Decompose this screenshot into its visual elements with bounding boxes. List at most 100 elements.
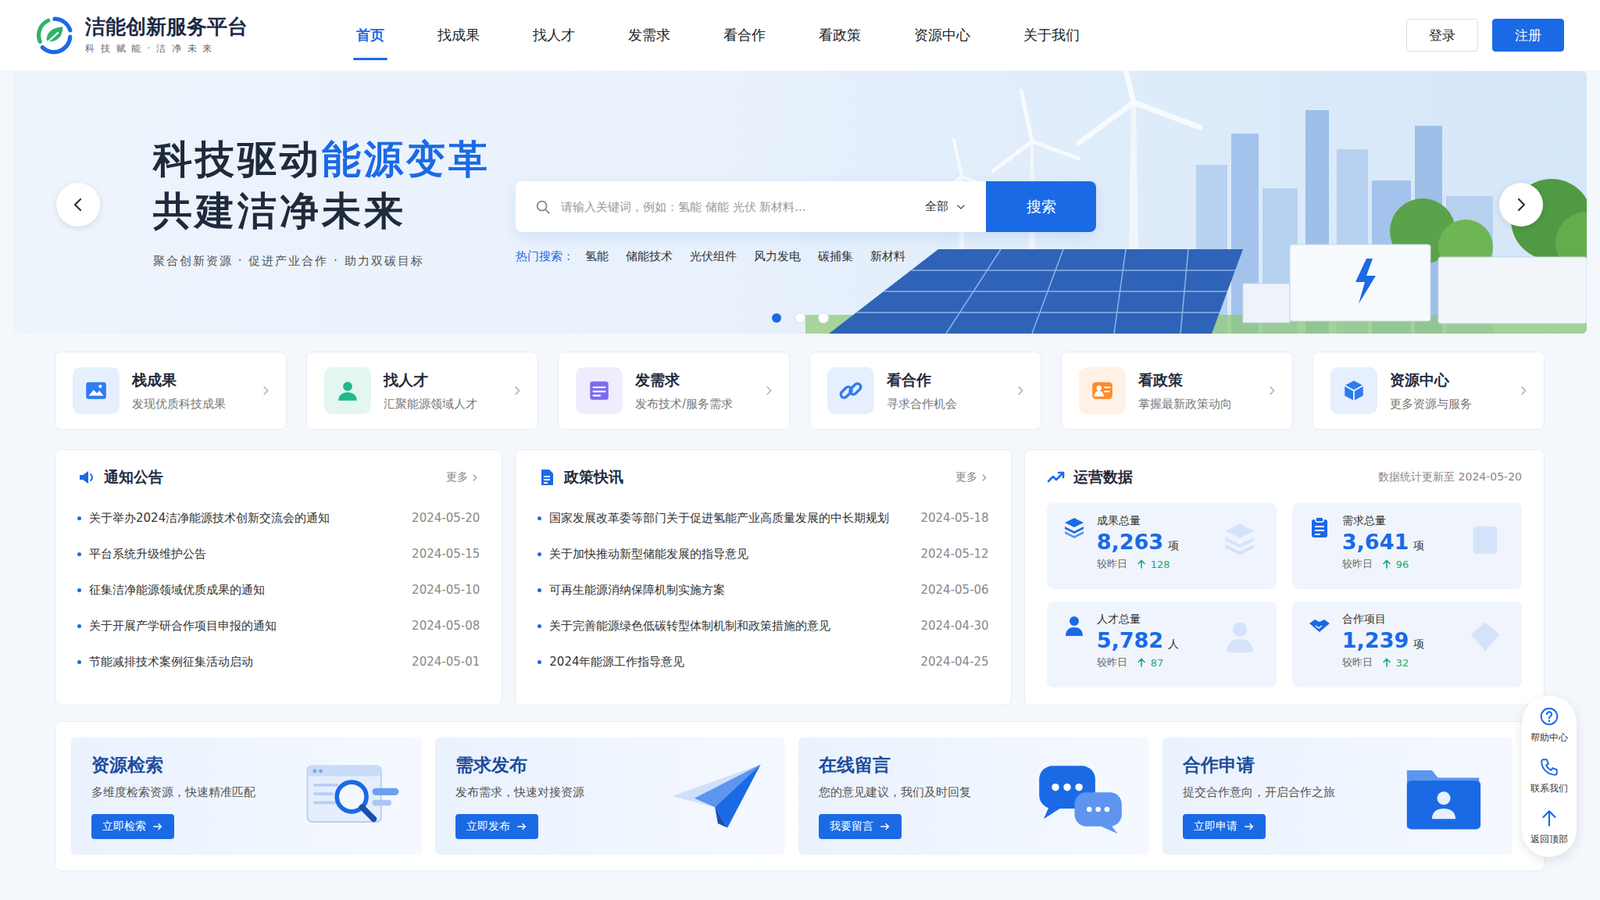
- slide-dot[interactable]: [818, 313, 829, 323]
- action-text: 在线留言您的意见建议，我们及时回复我要留言: [818, 753, 972, 840]
- stat-card: 需求总量3,641项较昨日96: [1292, 503, 1522, 590]
- arrow-up-icon: [1136, 559, 1147, 569]
- megaphone-icon: [77, 467, 97, 487]
- hot-search-item[interactable]: 新材料: [870, 249, 906, 265]
- quick-link-card[interactable]: 看合作寻求合作机会: [809, 351, 1042, 430]
- nav-item[interactable]: 关于我们: [1007, 0, 1096, 71]
- slide-dot[interactable]: [795, 313, 805, 323]
- stat-icon: [1307, 515, 1332, 540]
- action-card: 在线留言您的意见建议，我们及时回复我要留言: [798, 737, 1150, 855]
- stat-unit: 项: [1413, 637, 1425, 652]
- policy-item[interactable]: 2024年能源工作指导意见2024-04-25: [537, 643, 989, 680]
- floating-toolbar: 帮助中心联系我们返回顶部: [1521, 695, 1577, 858]
- float-item[interactable]: 帮助中心: [1530, 706, 1568, 745]
- policy-item[interactable]: 关于加快推动新型储能发展的指导意见2024-05-12: [537, 535, 989, 572]
- notice-title: 关于开展产学研合作项目申报的通知: [89, 618, 403, 634]
- quick-link-title: 资源中心: [1389, 370, 1472, 391]
- document-icon: [537, 467, 557, 487]
- login-button[interactable]: 登录: [1406, 18, 1479, 52]
- action-button-label: 立即发布: [466, 819, 511, 834]
- header: 洁能创新服务平台科 技 赋 能 · 洁 净 未 来首页找成果找人才发需求看合作看…: [0, 0, 1600, 71]
- quick-link-card[interactable]: 栈成果发现优质科技成果: [54, 351, 287, 430]
- notice-item[interactable]: 平台系统升级维护公告2024-05-15: [77, 535, 480, 572]
- hot-search-item[interactable]: 碳捕集: [817, 249, 854, 265]
- action-desc: 多维度检索资源，快速精准匹配: [91, 785, 256, 800]
- nav: 首页找成果找人才发需求看合作看政策资源中心关于我们: [340, 0, 1096, 71]
- action-button[interactable]: 立即检索: [91, 814, 175, 840]
- notice-list: 关于举办2024洁净能源技术创新交流会的通知2024-05-20平台系统升级维护…: [77, 500, 480, 680]
- stat-value: 5,782: [1096, 626, 1164, 654]
- notice-title: 关于举办2024洁净能源技术创新交流会的通知: [89, 510, 403, 526]
- policy-title: 2024年能源工作指导意见: [549, 654, 911, 670]
- quick-link-card[interactable]: 看政策掌握最新政策动向: [1060, 351, 1293, 430]
- search-button[interactable]: 搜索: [985, 181, 1097, 233]
- nav-item[interactable]: 发需求: [612, 0, 686, 71]
- more-link[interactable]: 更多: [446, 470, 480, 485]
- stat-unit: 人: [1167, 637, 1179, 652]
- quick-link-desc: 掌握最新政策动向: [1138, 396, 1233, 412]
- policy-item[interactable]: 可再生能源消纳保障机制实施方案2024-05-06: [537, 571, 989, 608]
- logo[interactable]: 洁能创新服务平台科 技 赋 能 · 洁 净 未 来: [35, 14, 341, 56]
- action-button[interactable]: 我要留言: [818, 814, 902, 840]
- notice-item[interactable]: 征集洁净能源领域优质成果的通知2024-05-10: [77, 571, 480, 608]
- stat-unit: 项: [1167, 539, 1179, 554]
- hot-search-item[interactable]: 风力发电: [753, 249, 801, 265]
- bullet-icon: [537, 624, 542, 629]
- nav-item[interactable]: 首页: [340, 0, 400, 71]
- nav-item[interactable]: 看合作: [707, 0, 782, 71]
- stat-delta: 32: [1396, 657, 1410, 669]
- stat-delta: 96: [1396, 558, 1410, 571]
- slide-dot[interactable]: [771, 313, 782, 323]
- quick-link-title: 发需求: [635, 370, 733, 391]
- action-illustration-icon: [1392, 755, 1496, 837]
- hot-search-item[interactable]: 储能技术: [625, 249, 673, 265]
- register-button[interactable]: 注册: [1492, 18, 1565, 52]
- more-link[interactable]: 更多: [955, 470, 990, 485]
- notice-item[interactable]: 关于举办2024洁净能源技术创新交流会的通知2024-05-20: [77, 500, 480, 536]
- nav-item[interactable]: 找成果: [421, 0, 496, 71]
- quick-link-desc: 汇聚能源领域人才: [383, 396, 478, 412]
- stat-card: 人才总量5,782人较昨日87: [1046, 601, 1277, 688]
- stat-compare: 较昨日87: [1096, 655, 1179, 670]
- stat-label: 人才总量: [1096, 612, 1179, 627]
- notice-item[interactable]: 关于开展产学研合作项目申报的通知2024-05-08: [77, 607, 480, 644]
- notice-title: 节能减排技术案例征集活动启动: [89, 654, 403, 670]
- stat-watermark-icon: [1221, 618, 1258, 655]
- quick-link-desc: 发布技术/服务需求: [635, 396, 733, 412]
- quick-link-icon: [838, 378, 864, 404]
- action-desc: 发布需求，快速对接资源: [455, 785, 585, 800]
- nav-item[interactable]: 资源中心: [898, 0, 986, 71]
- stat-card: 成果总量8,263项较昨日128: [1046, 503, 1277, 590]
- logo-icon: [35, 15, 75, 55]
- chevron-right-icon: [510, 384, 524, 397]
- bullet-icon: [77, 588, 82, 593]
- quick-icon-box: [827, 367, 875, 415]
- quick-link-card[interactable]: 发需求发布技术/服务需求: [557, 351, 790, 430]
- nav-item[interactable]: 看政策: [803, 0, 877, 71]
- policy-item[interactable]: 关于完善能源绿色低碳转型体制机制和政策措施的意见2024-04-30: [537, 607, 989, 644]
- quick-link-icon: [335, 378, 361, 404]
- hero-title-line2: 共建洁净未来: [153, 185, 516, 237]
- prev-slide-button[interactable]: [56, 182, 100, 227]
- search-scope-dropdown[interactable]: 全部: [912, 199, 986, 215]
- policy-item[interactable]: 国家发展改革委等部门关于促进氢能产业高质量发展的中长期规划2024-05-18: [537, 500, 989, 536]
- float-item[interactable]: 返回顶部: [1530, 807, 1568, 847]
- nav-item[interactable]: 找人才: [517, 0, 591, 71]
- stat-delta: 128: [1150, 558, 1171, 571]
- next-slide-button[interactable]: [1499, 182, 1543, 227]
- auth-buttons: 登录注册: [1406, 18, 1565, 52]
- search-input[interactable]: [559, 199, 913, 215]
- quick-link-icon: [1341, 378, 1367, 404]
- float-item[interactable]: 联系我们: [1530, 757, 1568, 796]
- hot-search-item[interactable]: 氢能: [585, 249, 609, 265]
- quick-link-card[interactable]: 资源中心更多资源与服务: [1312, 351, 1545, 430]
- quick-link-card[interactable]: 找人才汇聚能源领域人才: [306, 351, 539, 430]
- stat-compare-label: 较昨日: [1096, 655, 1128, 670]
- action-button[interactable]: 立即发布: [455, 814, 539, 840]
- hot-search-item[interactable]: 光伏组件: [689, 249, 737, 265]
- stat-compare: 较昨日128: [1096, 557, 1179, 572]
- action-button[interactable]: 立即申请: [1182, 814, 1266, 840]
- notice-item[interactable]: 节能减排技术案例征集活动启动2024-05-01: [77, 643, 480, 680]
- stat-compare: 较昨日32: [1342, 655, 1425, 670]
- panel-title: 运营数据: [1073, 467, 1133, 488]
